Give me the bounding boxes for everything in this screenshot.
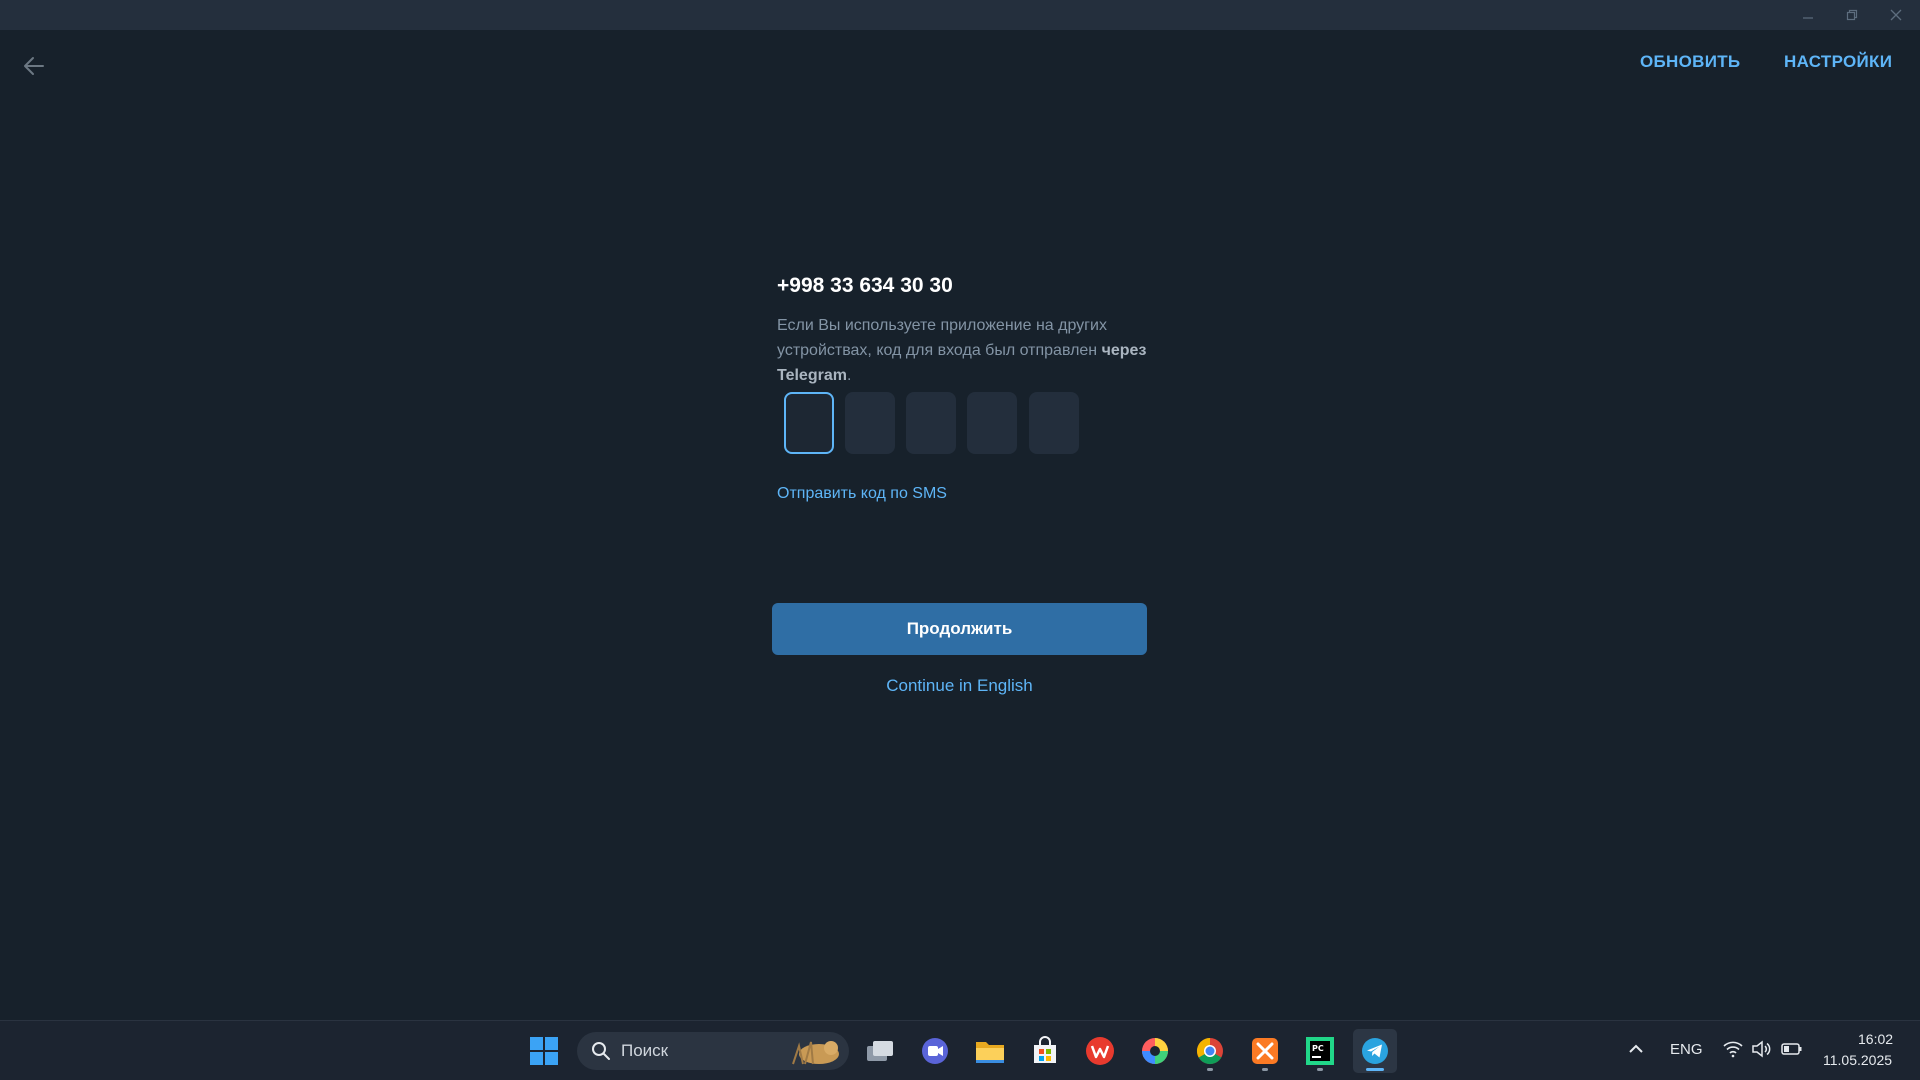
taskbar-search[interactable]: Поиск — [577, 1032, 849, 1070]
minimize-icon[interactable] — [1786, 0, 1830, 30]
running-indicator — [1262, 1068, 1268, 1071]
description-end: . — [846, 367, 852, 384]
code-digit-1[interactable] — [784, 392, 834, 454]
search-highlight-image — [792, 1041, 839, 1065]
color-app-icon[interactable] — [1133, 1029, 1177, 1073]
settings-button[interactable]: НАСТРОЙКИ — [1784, 52, 1892, 72]
refresh-button[interactable]: ОБНОВИТЬ — [1640, 52, 1740, 72]
clock-date[interactable]: 11.05.2025 — [1823, 1052, 1892, 1068]
pycharm-icon[interactable]: PC — [1298, 1029, 1342, 1073]
running-indicator — [1207, 1068, 1213, 1071]
send-sms-link[interactable]: Отправить код по SMS — [777, 485, 947, 503]
volume-icon[interactable] — [1751, 1040, 1771, 1062]
xampp-icon[interactable] — [1243, 1029, 1287, 1073]
chevron-up-icon[interactable] — [1627, 1041, 1645, 1060]
telegram-icon[interactable] — [1353, 1029, 1397, 1073]
running-indicator — [1317, 1068, 1323, 1071]
clock-time[interactable]: 16:02 — [1858, 1031, 1893, 1047]
wifi-icon[interactable] — [1722, 1040, 1744, 1062]
close-icon[interactable] — [1874, 0, 1918, 30]
arrow-left-icon[interactable] — [18, 50, 50, 82]
windows-start-icon[interactable] — [522, 1029, 566, 1073]
video-call-icon[interactable] — [913, 1029, 957, 1073]
battery-icon[interactable] — [1781, 1041, 1803, 1061]
code-description: Если Вы используете приложение на других… — [777, 313, 1157, 388]
code-digit-2[interactable] — [845, 392, 895, 454]
file-explorer-icon[interactable] — [968, 1029, 1012, 1073]
task-view-icon[interactable] — [858, 1029, 902, 1073]
active-indicator — [1366, 1068, 1384, 1071]
description-text: Если Вы используете приложение на других… — [777, 317, 1107, 359]
code-digit-5[interactable] — [1029, 392, 1079, 454]
search-icon — [592, 1042, 610, 1060]
code-digit-3[interactable] — [906, 392, 956, 454]
code-digit-4[interactable] — [967, 392, 1017, 454]
chrome-icon[interactable] — [1188, 1029, 1232, 1073]
title-bar — [0, 0, 1920, 30]
restore-icon[interactable] — [1830, 0, 1874, 30]
continue-button[interactable]: Продолжить — [772, 603, 1147, 655]
login-screen: ОБНОВИТЬ НАСТРОЙКИ +998 33 634 30 30 Есл… — [0, 30, 1920, 1020]
microsoft-store-icon[interactable] — [1023, 1029, 1067, 1073]
search-placeholder: Поиск — [621, 1041, 669, 1060]
phone-number: +998 33 634 30 30 — [777, 274, 953, 297]
continue-english-link[interactable]: Continue in English — [772, 676, 1147, 696]
taskbar: Поиск PC ENG 16:02 11.05.2025 — [0, 1020, 1920, 1080]
language-indicator[interactable]: ENG — [1670, 1041, 1703, 1058]
wps-office-icon[interactable] — [1078, 1029, 1122, 1073]
svg-text:PC: PC — [1312, 1044, 1324, 1053]
